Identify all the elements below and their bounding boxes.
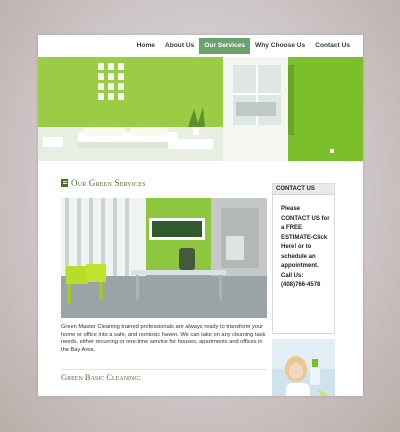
nav-about-us[interactable]: About Us [160, 38, 199, 54]
top-nav: Home About Us Our Services Why Choose Us… [38, 35, 363, 57]
section-title: Our Green Services [61, 178, 146, 188]
nav-why-choose-us[interactable]: Why Choose Us [250, 38, 310, 54]
contact-text[interactable]: Please CONTACT US for a FREE ESTIMATE-Cl… [273, 195, 334, 291]
office-photo [61, 198, 267, 318]
page-container: Home About Us Our Services Why Choose Us… [38, 35, 363, 396]
section-title-text: Our Green Services [71, 178, 146, 188]
hero-banner-image [38, 57, 363, 161]
section-divider [61, 369, 267, 370]
nav-contact-us[interactable]: Contact Us [310, 38, 355, 54]
contact-box: CONTACT US Please CONTACT US for a FREE … [272, 183, 335, 334]
contact-header: CONTACT US [273, 184, 334, 195]
nav-our-services[interactable]: Our Services [199, 38, 250, 54]
subsection-title: Green Basic Cleaning: [61, 372, 142, 382]
nav-home[interactable]: Home [132, 38, 160, 54]
services-description: Green Master Cleaning trained profession… [61, 324, 266, 353]
content-area: Our Green Services Green Master Cleaning… [38, 161, 363, 396]
cleaning-lady-photo [272, 339, 335, 396]
document-icon [61, 179, 68, 187]
